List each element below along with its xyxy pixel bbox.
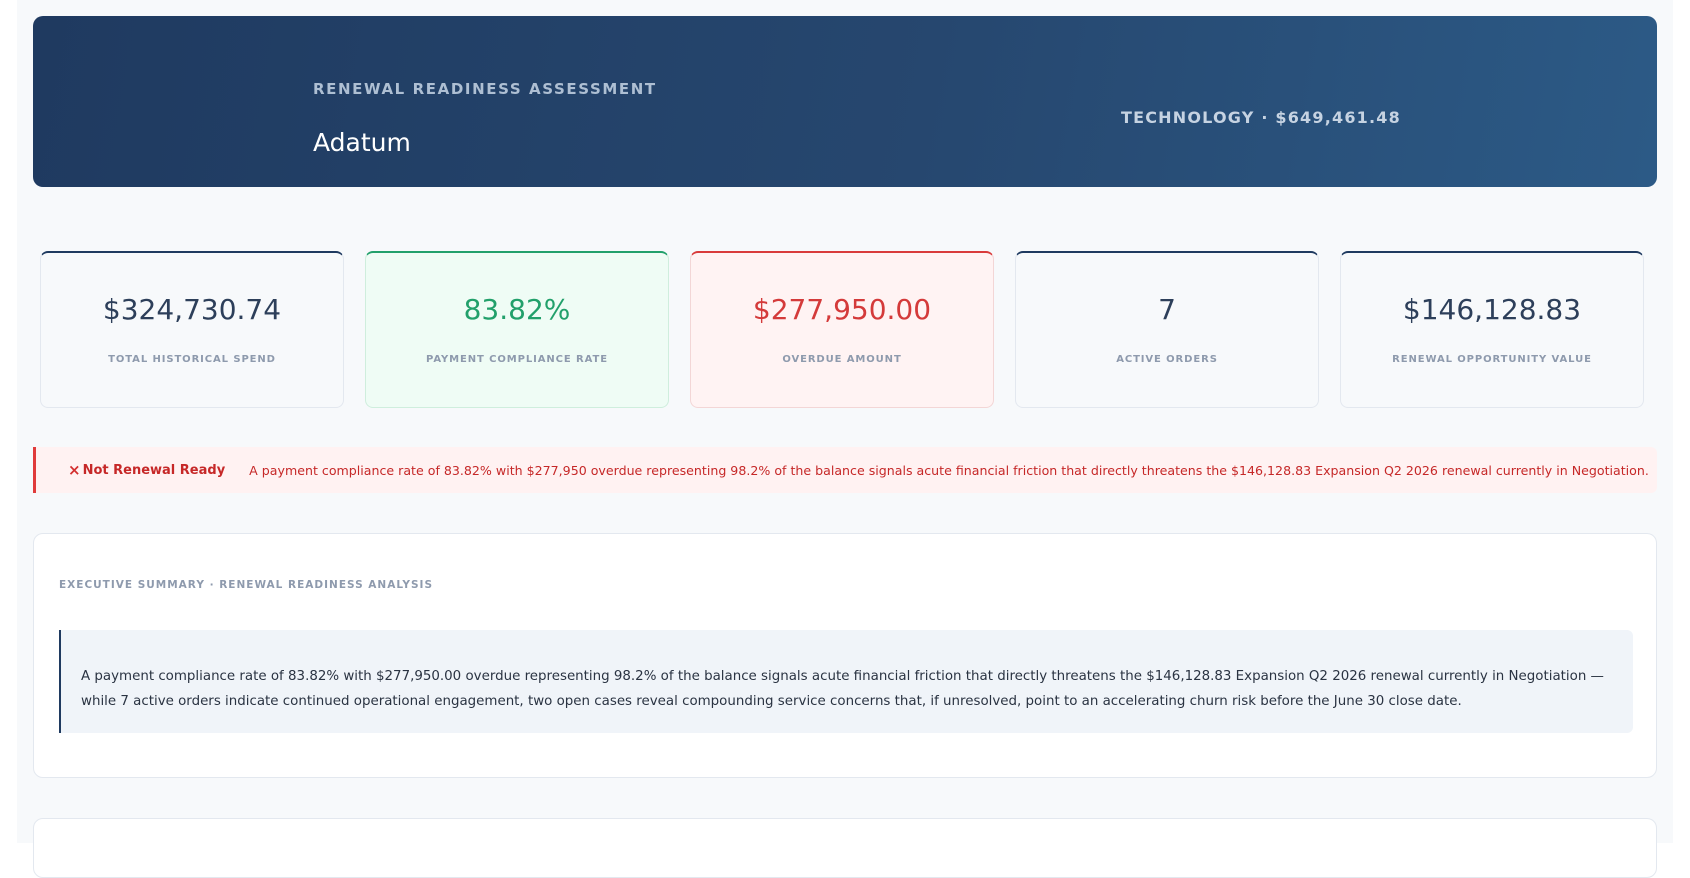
kpi-value: $324,730.74 bbox=[102, 293, 282, 326]
kpi-value: $146,128.83 bbox=[1402, 293, 1582, 326]
account-header: RENEWAL READINESS ASSESSMENT Adatum TECH… bbox=[33, 16, 1657, 187]
kpi-label: ACTIVE ORDERS bbox=[1116, 354, 1218, 365]
renewal-status-message: A payment compliance rate of 83.82% with… bbox=[249, 462, 1649, 478]
account-industry-value: TECHNOLOGY · $649,461.48 bbox=[1121, 108, 1401, 127]
kpi-label: OVERDUE AMOUNT bbox=[782, 354, 902, 365]
page-container: RENEWAL READINESS ASSESSMENT Adatum TECH… bbox=[17, 0, 1673, 878]
kpi-card-renewal-opportunity-value: $146,128.83 RENEWAL OPPORTUNITY VALUE bbox=[1340, 251, 1644, 408]
kpi-label: PAYMENT COMPLIANCE RATE bbox=[426, 354, 608, 365]
header-eyebrow: RENEWAL READINESS ASSESSMENT bbox=[313, 80, 657, 98]
executive-summary-card: EXECUTIVE SUMMARY · RENEWAL READINESS AN… bbox=[33, 533, 1657, 778]
kpi-value: $277,950.00 bbox=[752, 293, 932, 326]
kpi-value: 83.82% bbox=[463, 293, 571, 326]
next-section-card bbox=[33, 818, 1657, 878]
kpi-card-payment-compliance-rate: 83.82% PAYMENT COMPLIANCE RATE bbox=[365, 251, 669, 408]
kpi-label: RENEWAL OPPORTUNITY VALUE bbox=[1392, 354, 1592, 365]
kpi-card-total-historical-spend: $324,730.74 TOTAL HISTORICAL SPEND bbox=[40, 251, 344, 408]
close-icon: × bbox=[68, 461, 81, 479]
kpi-value: 7 bbox=[1158, 293, 1176, 326]
renewal-status-alert: × Not Renewal Ready A payment compliance… bbox=[33, 447, 1657, 493]
executive-summary-heading: EXECUTIVE SUMMARY · RENEWAL READINESS AN… bbox=[59, 579, 434, 591]
renewal-status-label: Not Renewal Ready bbox=[82, 462, 226, 478]
kpi-card-overdue-amount: $277,950.00 OVERDUE AMOUNT bbox=[690, 251, 994, 408]
kpi-card-active-orders: 7 ACTIVE ORDERS bbox=[1015, 251, 1319, 408]
kpi-label: TOTAL HISTORICAL SPEND bbox=[108, 354, 276, 365]
account-name: Adatum bbox=[313, 128, 411, 157]
executive-summary-text: A payment compliance rate of 83.82% with… bbox=[59, 630, 1633, 733]
